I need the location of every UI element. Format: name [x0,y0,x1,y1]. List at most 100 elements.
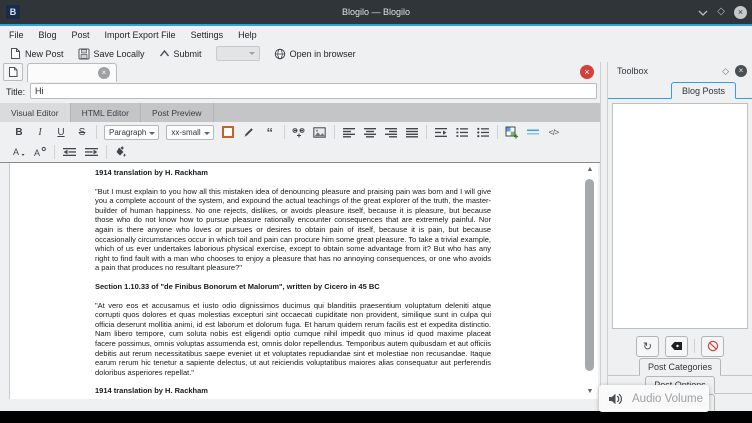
blockquote-button[interactable]: “ [263,124,277,140]
title-label: Title: [6,87,25,97]
text-color-button[interactable] [221,124,235,140]
subscript-icon: A [12,146,26,158]
blog-selector-dropdown[interactable] [216,46,260,61]
scroll-up-icon[interactable]: ▲ [584,165,596,175]
text-direction-button[interactable] [434,124,448,140]
toolbox-title: Toolbox [617,66,648,76]
menu-file[interactable]: File [9,30,24,40]
menu-blog[interactable]: Blog [39,30,57,40]
post-body[interactable]: 1914 translation by H. Rackham "But I mu… [95,168,491,399]
menubar: File Blog Post Import Export File Settin… [0,26,752,44]
outdent-icon [62,147,77,157]
scrollbar-thumb[interactable] [585,179,594,371]
pane-splitter[interactable] [600,62,608,411]
unordered-list-icon [476,127,490,138]
insert-link-button[interactable] [292,124,306,140]
outdent-button[interactable] [62,144,77,160]
doc-paragraph: "At vero eos et accusamus et iusto odio … [95,301,491,378]
cancel-button[interactable] [701,336,724,357]
doc-paragraph: "But I must explain to you how all this … [95,187,491,273]
reload-icon: ↻ [643,340,652,353]
maximize-icon[interactable]: ◇ [717,7,725,17]
main-toolbar: New Post Save Locally Submit Open in bro… [0,44,752,63]
new-post-tab-button[interactable] [3,63,23,81]
ordered-list-icon [455,127,469,138]
separator [96,125,97,139]
ordered-list-button[interactable] [455,124,469,140]
float-panel-icon[interactable]: ◇ [722,66,729,77]
tab-post-preview[interactable]: Post Preview [141,103,214,122]
close-icon[interactable]: × [734,6,747,19]
pen-icon [242,126,255,139]
blog-posts-actions: ↻ [608,334,752,358]
align-left-button[interactable] [342,124,356,140]
insert-image-button[interactable] [313,124,327,140]
indent-button[interactable] [84,144,99,160]
open-in-browser-button[interactable]: Open in browser [274,48,356,60]
visual-editor-canvas[interactable]: 1914 translation by H. Rackham "But I mu… [9,163,598,399]
tab-visual-editor[interactable]: Visual Editor [0,103,71,122]
editor-scrollbar[interactable]: ▲ ▼ [584,165,596,397]
reload-posts-button[interactable]: ↻ [636,336,659,357]
post-tab[interactable]: × [27,63,117,82]
font-size-dropdown[interactable]: xx-small [166,125,213,140]
doc-heading: 1914 translation by H. Rackham [95,386,491,396]
clear-icon [670,341,683,351]
separator [426,125,427,139]
separator [497,125,498,139]
minimize-icon[interactable] [698,9,708,16]
align-center-button[interactable] [363,124,377,140]
italic-button[interactable]: I [33,124,47,140]
editor-mode-tabs: Visual Editor HTML Editor Post Preview [0,103,600,122]
align-justify-button[interactable] [405,124,419,140]
color-swatch-icon [222,126,234,138]
link-icon [292,126,306,138]
new-tab-icon [8,66,19,78]
strikethrough-button[interactable]: S [75,124,89,140]
html-code-button[interactable]: </> [547,124,561,140]
align-justify-icon [405,127,419,138]
no-entry-icon [707,340,719,352]
align-center-icon [363,127,377,138]
separator [54,145,55,159]
highlight-button[interactable] [242,124,256,140]
toolbox-header: Toolbox ◇ × [608,62,752,80]
close-panel-icon[interactable]: × [735,65,747,77]
submit-up-icon [159,49,170,58]
separator [694,339,695,353]
menu-post[interactable]: Post [72,30,90,40]
background-color-button[interactable] [114,144,128,160]
tab-blog-posts[interactable]: Blog Posts [671,82,736,99]
paragraph-style-dropdown[interactable]: Paragraph [104,125,159,140]
menu-help[interactable]: Help [238,30,257,40]
unordered-list-button[interactable] [476,124,490,140]
submit-button[interactable]: Submit [159,49,202,59]
insert-table-button[interactable] [505,124,519,140]
subscript-button[interactable]: A [12,144,26,160]
align-right-button[interactable] [384,124,398,140]
new-post-button[interactable]: New Post [10,47,64,60]
audio-volume-osd: Audio Volume [599,385,709,412]
tab-html-editor[interactable]: HTML Editor [71,103,141,122]
separator [284,125,285,139]
scroll-down-icon[interactable]: ▼ [584,387,596,397]
blogilo-window: B Blogilo — Blogilo ◇ × File Blog Post I… [0,0,752,423]
close-post-tab-button[interactable]: × [580,65,594,79]
audio-volume-label: Audio Volume [632,393,703,405]
toolbox-panel: Toolbox ◇ × Blog Posts ↻ [608,62,752,411]
menu-settings[interactable]: Settings [191,30,224,40]
indent-icon [84,147,99,157]
menu-import-export-file[interactable]: Import Export File [105,30,176,40]
remove-post-button[interactable] [665,336,688,357]
horizontal-rule-button[interactable] [526,124,540,140]
svg-text:A: A [13,147,19,157]
blog-posts-list[interactable] [612,103,748,329]
underline-button[interactable]: U [54,124,68,140]
save-locally-button[interactable]: Save Locally [78,48,145,60]
post-title-input[interactable] [30,83,597,99]
superscript-button[interactable]: A [33,144,47,160]
bold-button[interactable]: B [12,124,26,140]
titlebar[interactable]: B Blogilo — Blogilo ◇ × [0,0,752,24]
tab-post-categories[interactable]: Post Categories [639,358,721,376]
tab-close-icon[interactable]: × [98,67,110,79]
